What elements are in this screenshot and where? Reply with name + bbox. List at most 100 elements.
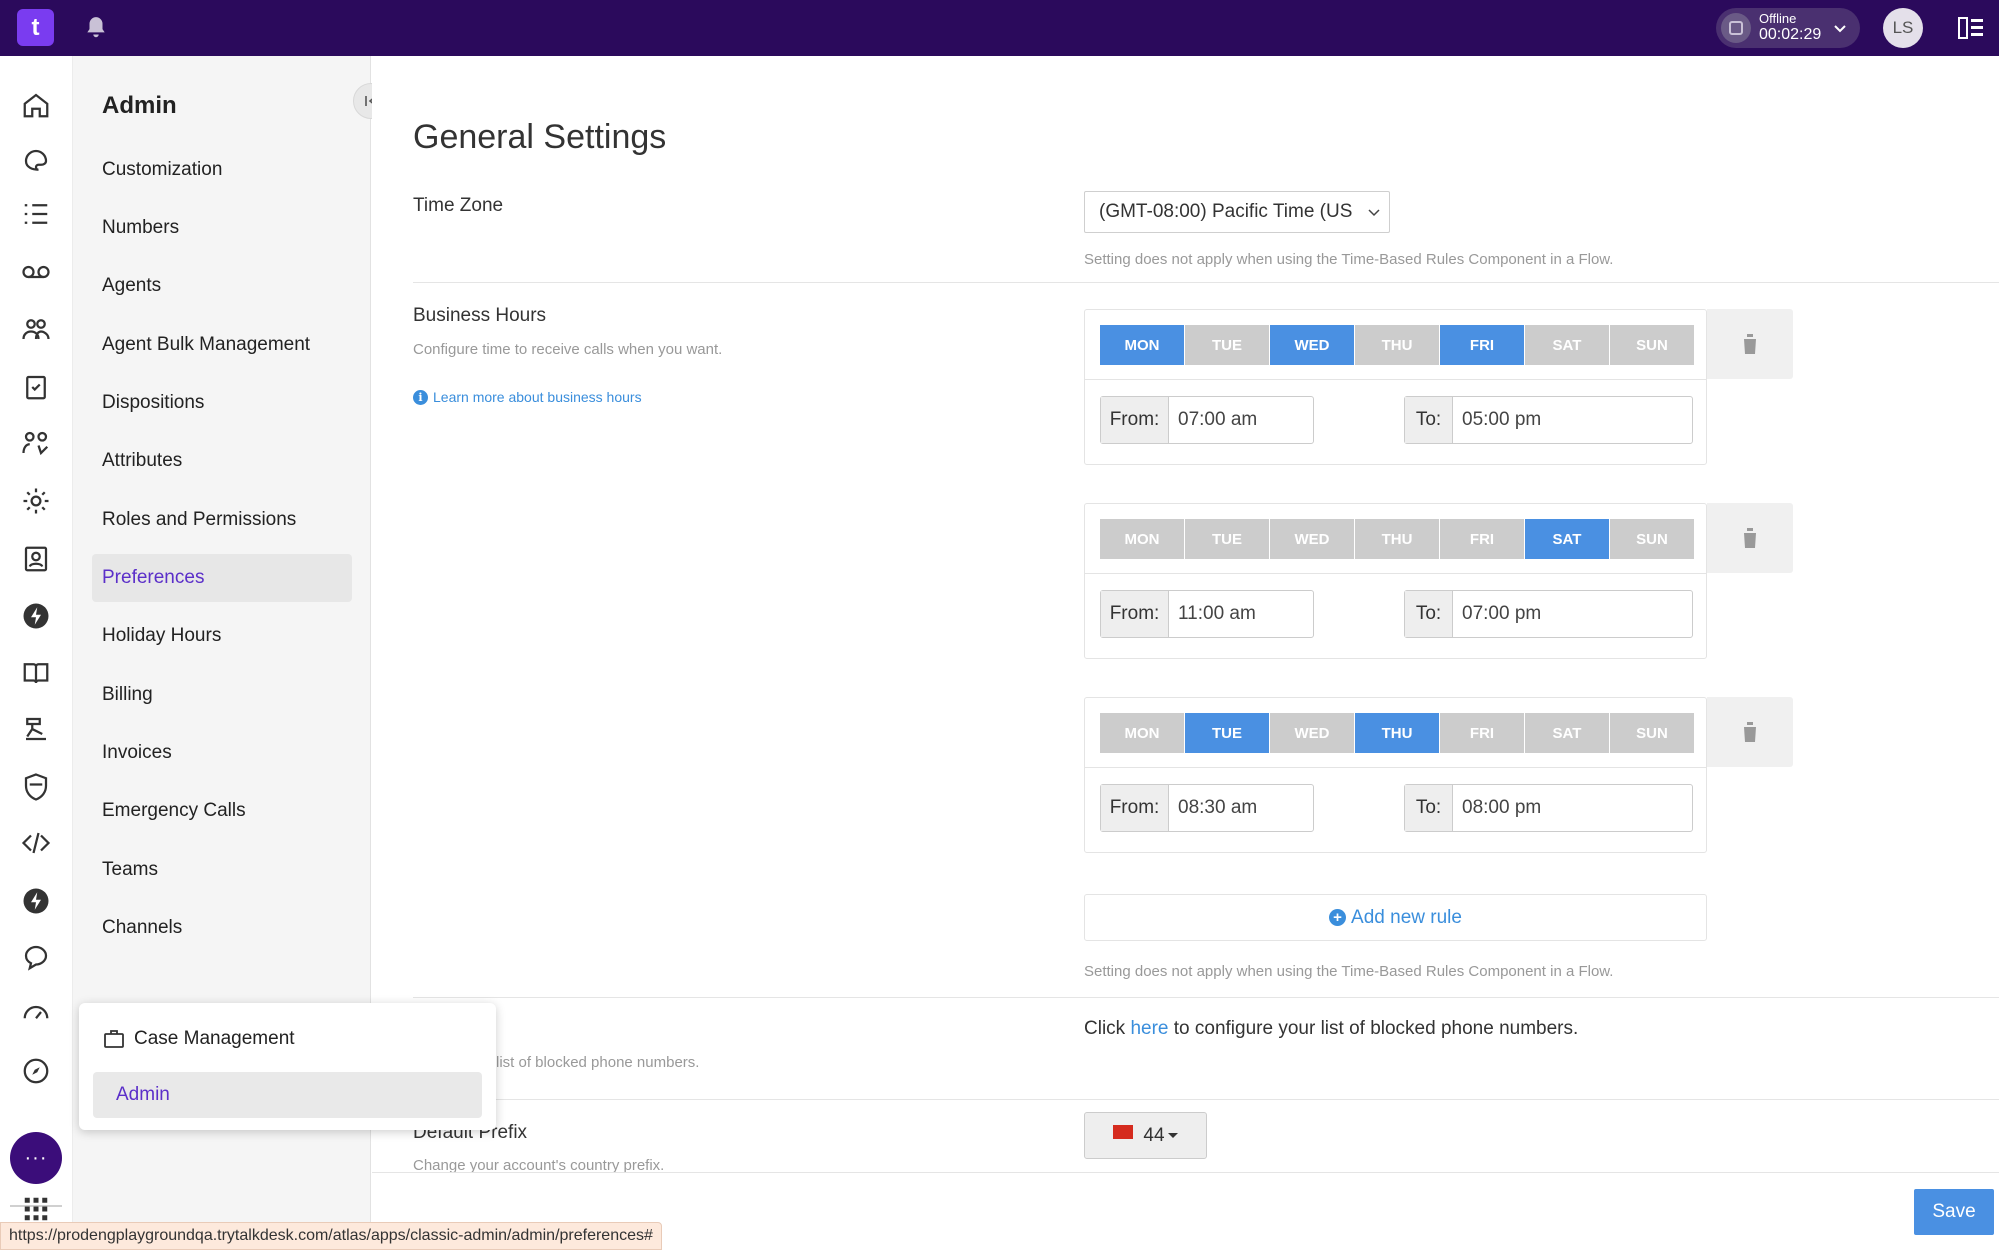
- day-toggle-thu[interactable]: THU: [1355, 325, 1439, 365]
- contact-card-icon[interactable]: [21, 544, 51, 574]
- from-time-input[interactable]: 11:00 am: [1169, 591, 1256, 637]
- plus-circle-icon: +: [1329, 909, 1347, 926]
- sidebar-item-dispositions[interactable]: Dispositions: [92, 379, 352, 427]
- to-time-input[interactable]: 08:00 pm: [1453, 785, 1541, 831]
- sidebar-item-invoices[interactable]: Invoices: [92, 729, 352, 777]
- sidebar-item-numbers[interactable]: Numbers: [92, 204, 352, 252]
- day-toggle-mon[interactable]: MON: [1100, 713, 1184, 753]
- home-icon[interactable]: [21, 90, 51, 120]
- user-avatar[interactable]: LS: [1883, 8, 1923, 48]
- status-label: Offline: [1759, 11, 1797, 27]
- chat-icon[interactable]: [21, 942, 51, 972]
- shield-icon[interactable]: [21, 772, 51, 802]
- day-toggle-sun[interactable]: SUN: [1610, 325, 1694, 365]
- sidebar-item-teams[interactable]: Teams: [92, 846, 352, 894]
- day-toggle-fri[interactable]: FRI: [1440, 713, 1524, 753]
- link-preview-status-bar: https://prodengplaygroundqa.trytalkdesk.…: [0, 1222, 662, 1250]
- to-label: To:: [1405, 785, 1453, 831]
- caret-down-icon: [1167, 1133, 1178, 1138]
- trash-icon: [1742, 528, 1758, 548]
- code-icon[interactable]: [21, 828, 51, 858]
- day-toggle-thu[interactable]: THU: [1355, 519, 1439, 559]
- to-time-input[interactable]: 07:00 pm: [1453, 591, 1541, 637]
- list-icon[interactable]: [21, 199, 51, 229]
- sidebar-title: Admin: [102, 92, 177, 119]
- day-toggle-wed[interactable]: WED: [1270, 713, 1354, 753]
- bell-icon[interactable]: [83, 15, 109, 41]
- bolt-icon[interactable]: [21, 601, 51, 631]
- from-time-group: From: 11:00 am: [1100, 590, 1314, 638]
- sidebar-item-agent-bulk-management[interactable]: Agent Bulk Management: [92, 321, 352, 369]
- apps-grid-icon[interactable]: [21, 1194, 51, 1224]
- delete-rule-button[interactable]: [1707, 503, 1793, 573]
- compass-icon[interactable]: [21, 1056, 51, 1086]
- day-selector: MON TUE WED THU FRI SAT SUN: [1100, 713, 1695, 753]
- book-icon[interactable]: [21, 658, 51, 688]
- day-toggle-sat[interactable]: SAT: [1525, 325, 1609, 365]
- voicemail-icon[interactable]: [21, 257, 51, 287]
- day-toggle-mon[interactable]: MON: [1100, 519, 1184, 559]
- add-new-rule-button[interactable]: + Add new rule: [1084, 894, 1707, 941]
- blocked-numbers-link[interactable]: here: [1130, 1018, 1168, 1039]
- learn-more-business-hours-link[interactable]: i Learn more about business hours: [413, 389, 642, 405]
- gear-icon[interactable]: [21, 486, 51, 516]
- agent-status-selector[interactable]: Offline 00:02:29: [1716, 8, 1860, 48]
- prefix-value: 44: [1143, 1124, 1165, 1146]
- sidebar-item-channels[interactable]: Channels: [92, 904, 352, 952]
- blocked-text-after: to configure your list of blocked phone …: [1168, 1018, 1579, 1039]
- info-icon: i: [413, 389, 428, 405]
- business-hours-rule: MON TUE WED THU FRI SAT SUN From: 07:00 …: [1084, 309, 1707, 465]
- day-toggle-tue[interactable]: TUE: [1185, 713, 1269, 753]
- side-panel-icon[interactable]: [1958, 16, 1984, 40]
- palette-icon[interactable]: [21, 146, 51, 176]
- from-time-input[interactable]: 07:00 am: [1169, 397, 1257, 443]
- sidebar-item-preferences[interactable]: Preferences: [92, 554, 352, 602]
- day-toggle-thu[interactable]: THU: [1355, 713, 1439, 753]
- agents-icon[interactable]: [21, 428, 51, 458]
- delete-rule-button[interactable]: [1707, 697, 1793, 767]
- from-label: From:: [1101, 785, 1169, 831]
- day-toggle-sun[interactable]: SUN: [1610, 519, 1694, 559]
- day-toggle-wed[interactable]: WED: [1270, 325, 1354, 365]
- more-apps-button[interactable]: ···: [10, 1132, 62, 1184]
- sidebar-item-customization[interactable]: Customization: [92, 146, 352, 194]
- day-toggle-fri[interactable]: FRI: [1440, 519, 1524, 559]
- sidebar-item-agents[interactable]: Agents: [92, 262, 352, 310]
- flow-icon[interactable]: [21, 714, 51, 744]
- sidebar-item-billing[interactable]: Billing: [92, 671, 352, 719]
- country-prefix-dropdown[interactable]: 44: [1084, 1112, 1207, 1159]
- day-toggle-fri[interactable]: FRI: [1440, 325, 1524, 365]
- day-toggle-sun[interactable]: SUN: [1610, 713, 1694, 753]
- sidebar-item-holiday-hours[interactable]: Holiday Hours: [92, 612, 352, 660]
- from-label: From:: [1101, 591, 1169, 637]
- blocked-text-before: Click: [1084, 1018, 1131, 1039]
- clipboard-icon[interactable]: [21, 372, 51, 402]
- day-toggle-sat[interactable]: SAT: [1525, 713, 1609, 753]
- day-toggle-tue[interactable]: TUE: [1185, 325, 1269, 365]
- bolt-alt-icon[interactable]: [21, 886, 51, 916]
- divider: [413, 997, 1999, 998]
- chevron-down-icon: [1368, 209, 1380, 217]
- day-toggle-tue[interactable]: TUE: [1185, 519, 1269, 559]
- blocked-numbers-description: list of blocked phone numbers.: [496, 1054, 700, 1071]
- gauge-icon[interactable]: [21, 997, 51, 1027]
- day-toggle-mon[interactable]: MON: [1100, 325, 1184, 365]
- time-zone-select[interactable]: (GMT-08:00) Pacific Time (US: [1084, 191, 1390, 233]
- to-label: To:: [1405, 591, 1453, 637]
- business-hours-rule: MON TUE WED THU FRI SAT SUN From: 11:00 …: [1084, 503, 1707, 659]
- contacts-icon[interactable]: [21, 314, 51, 344]
- to-time-input[interactable]: 05:00 pm: [1453, 397, 1541, 443]
- from-time-input[interactable]: 08:30 am: [1169, 785, 1257, 831]
- day-toggle-wed[interactable]: WED: [1270, 519, 1354, 559]
- delete-rule-button[interactable]: [1707, 309, 1793, 379]
- sidebar-item-roles-and-permissions[interactable]: Roles and Permissions: [92, 496, 352, 544]
- to-label: To:: [1405, 397, 1453, 443]
- day-toggle-sat[interactable]: SAT: [1525, 519, 1609, 559]
- save-button[interactable]: Save: [1914, 1189, 1994, 1235]
- menu-item-admin[interactable]: Admin: [93, 1072, 482, 1118]
- talkdesk-logo[interactable]: t: [17, 9, 54, 46]
- to-time-group: To: 08:00 pm: [1404, 784, 1693, 832]
- sidebar-item-attributes[interactable]: Attributes: [92, 437, 352, 485]
- menu-item-case-management[interactable]: Case Management: [104, 1023, 295, 1055]
- sidebar-item-emergency-calls[interactable]: Emergency Calls: [92, 787, 352, 835]
